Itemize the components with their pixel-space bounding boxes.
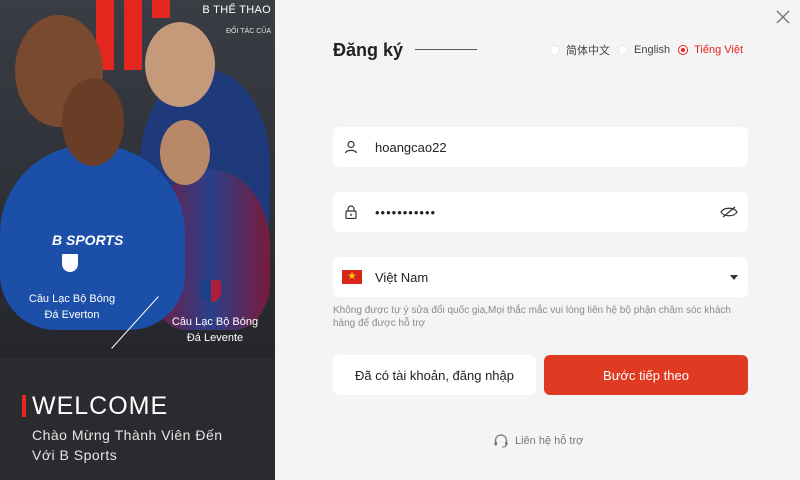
chevron-down-icon — [730, 274, 738, 280]
lang-label: Tiếng Việt — [694, 44, 743, 56]
stripe-decor — [124, 0, 142, 70]
jersey-sponsor-text: B SPORTS — [52, 232, 124, 248]
lang-label: English — [634, 44, 671, 56]
country-value: Việt Nam — [375, 269, 429, 285]
login-button[interactable]: Đã có tài khoản, đăng nhập — [333, 355, 536, 395]
club-label-everton: Câu Lạc Bộ Bóng Đá Everton — [28, 293, 116, 321]
lang-option-en[interactable]: English — [618, 42, 670, 58]
password-value: ••••••••••• — [375, 204, 437, 220]
hero-image: B THỂ THAO ĐỐI TÁC CỦA B SPORTS Câu Lạc … — [0, 0, 275, 358]
register-form-panel: Đăng ký 简体中文 English Tiếng Việt hoangcao… — [275, 0, 800, 480]
username-field[interactable]: hoangcao22 — [333, 127, 748, 167]
player-head — [160, 120, 210, 185]
club-label-levante: Câu Lạc Bộ Bóng Đá Levente — [171, 316, 259, 344]
stripe-decor — [152, 0, 170, 18]
levante-badge-icon — [201, 280, 221, 302]
next-step-button[interactable]: Bước tiếp theo — [544, 355, 748, 395]
lang-option-vi[interactable]: Tiếng Việt — [678, 42, 743, 58]
brand-subtitle: ĐỐI TÁC CỦA — [226, 28, 271, 35]
country-note: Không được tự ý sửa đổi quốc gia,Mọi thắ… — [333, 305, 731, 329]
lang-label: 简体中文 — [566, 45, 610, 57]
radio-icon — [550, 45, 560, 55]
user-icon — [343, 139, 359, 155]
welcome-line-1: Chào Mừng Thành Viên Đến — [32, 427, 223, 443]
everton-badge-icon — [60, 252, 80, 274]
headset-icon — [494, 434, 508, 448]
support-link[interactable]: Liên hệ hỗ trợ — [493, 434, 583, 448]
brand-title: B THỂ THAO — [202, 4, 271, 16]
player-head — [62, 78, 124, 166]
title-underline — [415, 49, 477, 50]
welcome-line-2: Với B Sports — [32, 447, 118, 463]
welcome-title: WELCOME — [32, 392, 169, 420]
country-select[interactable]: ★ Việt Nam — [333, 257, 748, 297]
password-field[interactable]: ••••••••••• — [333, 192, 748, 232]
username-value: hoangcao22 — [375, 139, 447, 155]
welcome-subtitle: Chào Mừng Thành Viên Đến Với B Sports — [32, 425, 223, 465]
support-label: Liên hệ hỗ trợ — [515, 435, 584, 447]
welcome-accent-bar — [22, 395, 26, 417]
radio-selected-icon — [678, 45, 689, 55]
eye-off-icon[interactable] — [720, 205, 738, 219]
radio-icon — [618, 45, 628, 55]
language-selector: 简体中文 English Tiếng Việt — [550, 42, 743, 58]
close-icon[interactable] — [775, 9, 791, 25]
player-head — [145, 22, 215, 107]
lock-icon — [343, 204, 359, 220]
lang-option-zh[interactable]: 简体中文 — [550, 42, 610, 58]
vietnam-flag-icon: ★ — [342, 270, 362, 284]
promo-panel: B THỂ THAO ĐỐI TÁC CỦA B SPORTS Câu Lạc … — [0, 0, 275, 480]
page-title: Đăng ký — [333, 40, 404, 60]
